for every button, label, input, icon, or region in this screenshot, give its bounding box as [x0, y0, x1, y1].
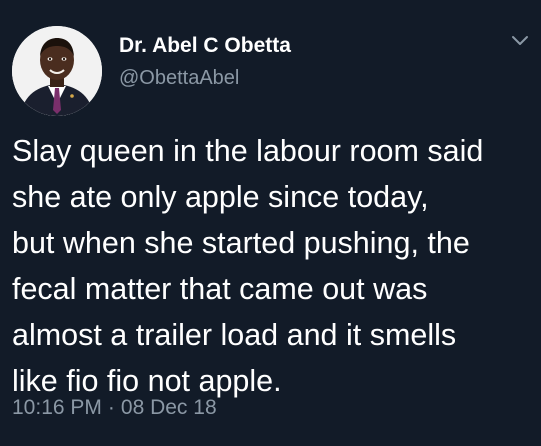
- more-options-button[interactable]: [507, 30, 533, 52]
- user-handle[interactable]: @ObettaAbel: [119, 67, 239, 90]
- tweet-text: Slay queen in the labour room said she a…: [12, 128, 537, 404]
- chevron-down-icon: [512, 36, 528, 45]
- display-name[interactable]: Dr. Abel C Obetta: [119, 34, 291, 58]
- tweet-date: 08 Dec 18: [120, 396, 217, 419]
- tweet-timestamp[interactable]: 10:16 PM · 08 Dec 18: [12, 396, 217, 420]
- tweet-text-line: Slay queen in the labour room said: [12, 134, 484, 168]
- tweet-text-line: almost a trailer load and it smells: [12, 318, 457, 352]
- tweet-text-line: she ate only apple since today,: [12, 180, 429, 214]
- tweet-card: Dr. Abel C Obetta @ObettaAbel Slay queen…: [0, 0, 541, 446]
- tweet-time: 10:16 PM: [12, 396, 102, 419]
- tweet-text-line: fecal matter that came out was: [12, 272, 428, 306]
- tweet-text-line: but when she started pushing, the: [12, 226, 470, 260]
- meta-separator: ·: [107, 396, 115, 419]
- user-avatar-icon[interactable]: [12, 26, 102, 116]
